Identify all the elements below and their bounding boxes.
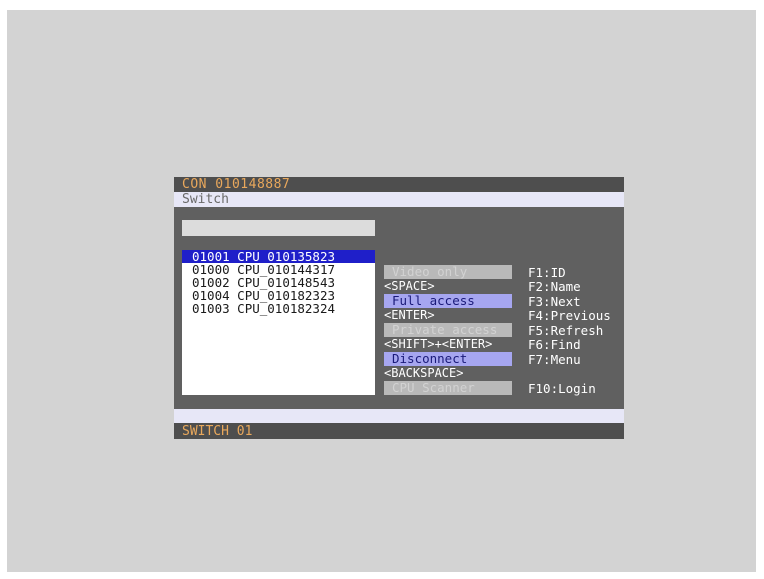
space-key-hint: <SPACE> xyxy=(384,279,435,293)
footer-bar xyxy=(174,409,624,423)
private-access-button[interactable]: Private access xyxy=(384,323,512,337)
f3-next-key[interactable]: F3:Next xyxy=(528,295,581,308)
console-id: CON 010148887 xyxy=(182,177,291,192)
video-only-button[interactable]: Video only xyxy=(384,265,512,279)
screen-backdrop: CON 010148887 Switch 01001 CPU_010135823… xyxy=(7,10,756,572)
f4-previous-key[interactable]: F4:Previous xyxy=(528,309,611,322)
shift-enter-key-hint: <SHIFT>+<ENTER> xyxy=(384,337,493,351)
f10-login-key[interactable]: F10:Login xyxy=(528,382,596,395)
osd-window: CON 010148887 Switch 01001 CPU_010135823… xyxy=(174,177,624,439)
search-input[interactable] xyxy=(182,220,375,236)
list-item[interactable]: 01003 CPU_010182324 xyxy=(182,302,375,315)
full-access-button[interactable]: Full access xyxy=(384,294,512,308)
disconnect-button[interactable]: Disconnect xyxy=(384,352,512,366)
page-title: Switch xyxy=(182,192,229,207)
f6-find-key[interactable]: F6:Find xyxy=(528,338,581,351)
title-bar: Switch xyxy=(174,192,624,207)
cpu-scanner-button[interactable]: CPU Scanner xyxy=(384,381,512,395)
backspace-key-hint: <BACKSPACE> xyxy=(384,366,464,380)
enter-key-hint: <ENTER> xyxy=(384,308,435,322)
f7-menu-key[interactable]: F7:Menu xyxy=(528,353,581,366)
f2-name-key[interactable]: F2:Name xyxy=(528,280,581,293)
f5-refresh-key[interactable]: F5:Refresh xyxy=(528,324,603,337)
f1-id-key[interactable]: F1:ID xyxy=(528,266,566,279)
cpu-name: CPU_010182324 xyxy=(237,301,336,316)
switch-name: SWITCH 01 xyxy=(182,424,253,439)
console-header: CON 010148887 xyxy=(174,177,624,192)
cpu-list[interactable]: 01001 CPU_010135823 01000 CPU_010144317 … xyxy=(182,250,375,395)
status-bar: SWITCH 01 xyxy=(174,423,624,439)
cpu-id: 01003 xyxy=(192,301,230,316)
